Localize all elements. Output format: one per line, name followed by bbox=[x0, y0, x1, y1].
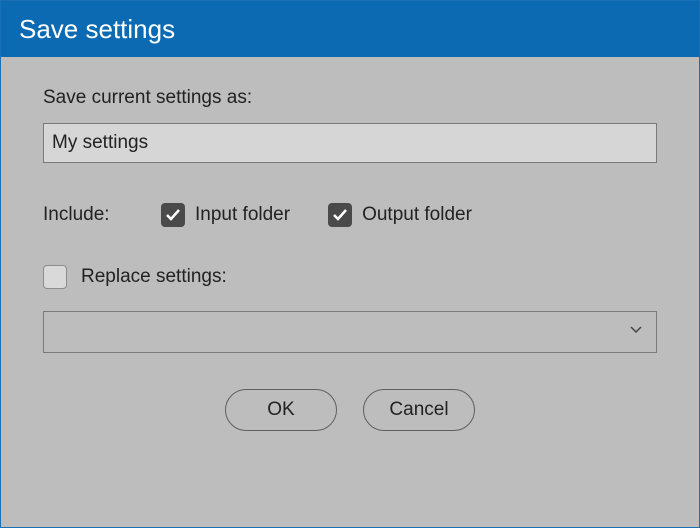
save-settings-dialog: Save settings Save current settings as: … bbox=[0, 0, 700, 528]
output-folder-label: Output folder bbox=[362, 204, 472, 226]
ok-button-label: OK bbox=[267, 399, 294, 421]
dialog-body: Save current settings as: Include: Input… bbox=[1, 57, 699, 527]
cancel-button[interactable]: Cancel bbox=[363, 389, 475, 431]
replace-row: Replace settings: bbox=[43, 265, 657, 289]
dialog-title: Save settings bbox=[19, 14, 175, 45]
save-as-label: Save current settings as: bbox=[43, 87, 657, 109]
button-row: OK Cancel bbox=[43, 389, 657, 431]
check-icon bbox=[161, 203, 185, 227]
replace-label: Replace settings: bbox=[81, 266, 227, 288]
ok-button[interactable]: OK bbox=[225, 389, 337, 431]
replace-select[interactable] bbox=[43, 311, 657, 353]
replace-select-wrap bbox=[43, 311, 657, 353]
check-icon bbox=[328, 203, 352, 227]
input-folder-checkbox[interactable]: Input folder bbox=[161, 203, 290, 227]
settings-name-input[interactable] bbox=[43, 123, 657, 163]
include-row: Include: Input folder Output folder bbox=[43, 203, 657, 227]
input-folder-label: Input folder bbox=[195, 204, 290, 226]
chevron-down-icon bbox=[628, 321, 644, 343]
include-label: Include: bbox=[43, 204, 151, 226]
cancel-button-label: Cancel bbox=[389, 399, 448, 421]
replace-checkbox[interactable] bbox=[43, 265, 67, 289]
output-folder-checkbox[interactable]: Output folder bbox=[328, 203, 472, 227]
titlebar: Save settings bbox=[1, 1, 699, 57]
